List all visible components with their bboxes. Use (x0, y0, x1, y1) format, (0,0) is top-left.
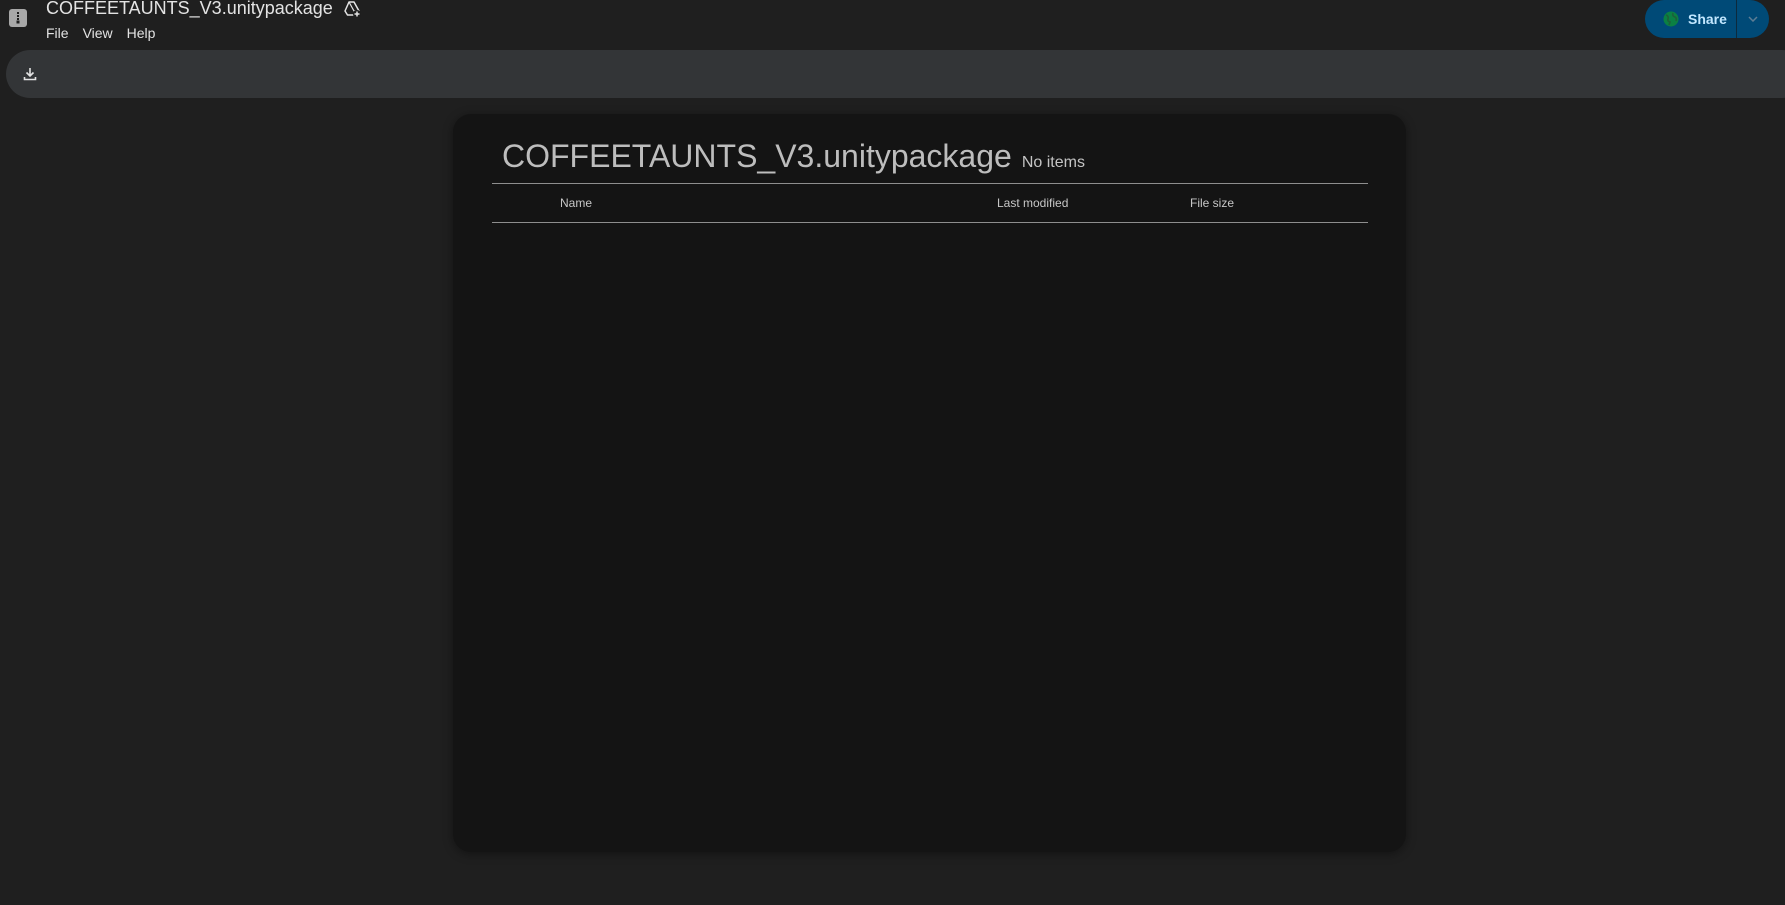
document-title-group: COFFEETAUNTS_V3.unitypackage (46, 0, 362, 19)
archive-app-icon (9, 9, 27, 27)
file-list (492, 224, 1368, 824)
menu-bar: File View Help (39, 23, 162, 43)
column-header-file-size[interactable]: File size (1190, 196, 1234, 210)
column-header-name[interactable]: Name (560, 196, 592, 210)
menu-view[interactable]: View (76, 23, 120, 43)
download-icon (23, 68, 37, 81)
add-to-drive-icon[interactable] (342, 0, 362, 19)
archive-title: COFFEETAUNTS_V3.unitypackage (502, 138, 1012, 174)
globe-icon (1662, 10, 1680, 28)
chevron-down-icon (1748, 16, 1758, 22)
share-options-button[interactable] (1737, 0, 1769, 38)
share-button-label: Share (1688, 11, 1727, 27)
item-count: No items (1021, 154, 1085, 171)
column-header-last-modified[interactable]: Last modified (997, 196, 1068, 210)
share-button[interactable]: Share (1645, 0, 1736, 38)
column-header-divider (492, 222, 1368, 223)
share-button-group: Share (1645, 0, 1769, 38)
toolbar (6, 50, 1785, 98)
document-title: COFFEETAUNTS_V3.unitypackage (46, 0, 333, 18)
app-header: COFFEETAUNTS_V3.unitypackage File View H… (0, 0, 1785, 48)
download-button[interactable] (19, 63, 41, 85)
menu-file[interactable]: File (39, 23, 76, 43)
menu-help[interactable]: Help (120, 23, 163, 43)
archive-header: COFFEETAUNTS_V3.unitypackage No items (502, 138, 1085, 175)
archive-contents-panel: COFFEETAUNTS_V3.unitypackage No items Na… (453, 114, 1406, 852)
header-divider (492, 183, 1368, 184)
